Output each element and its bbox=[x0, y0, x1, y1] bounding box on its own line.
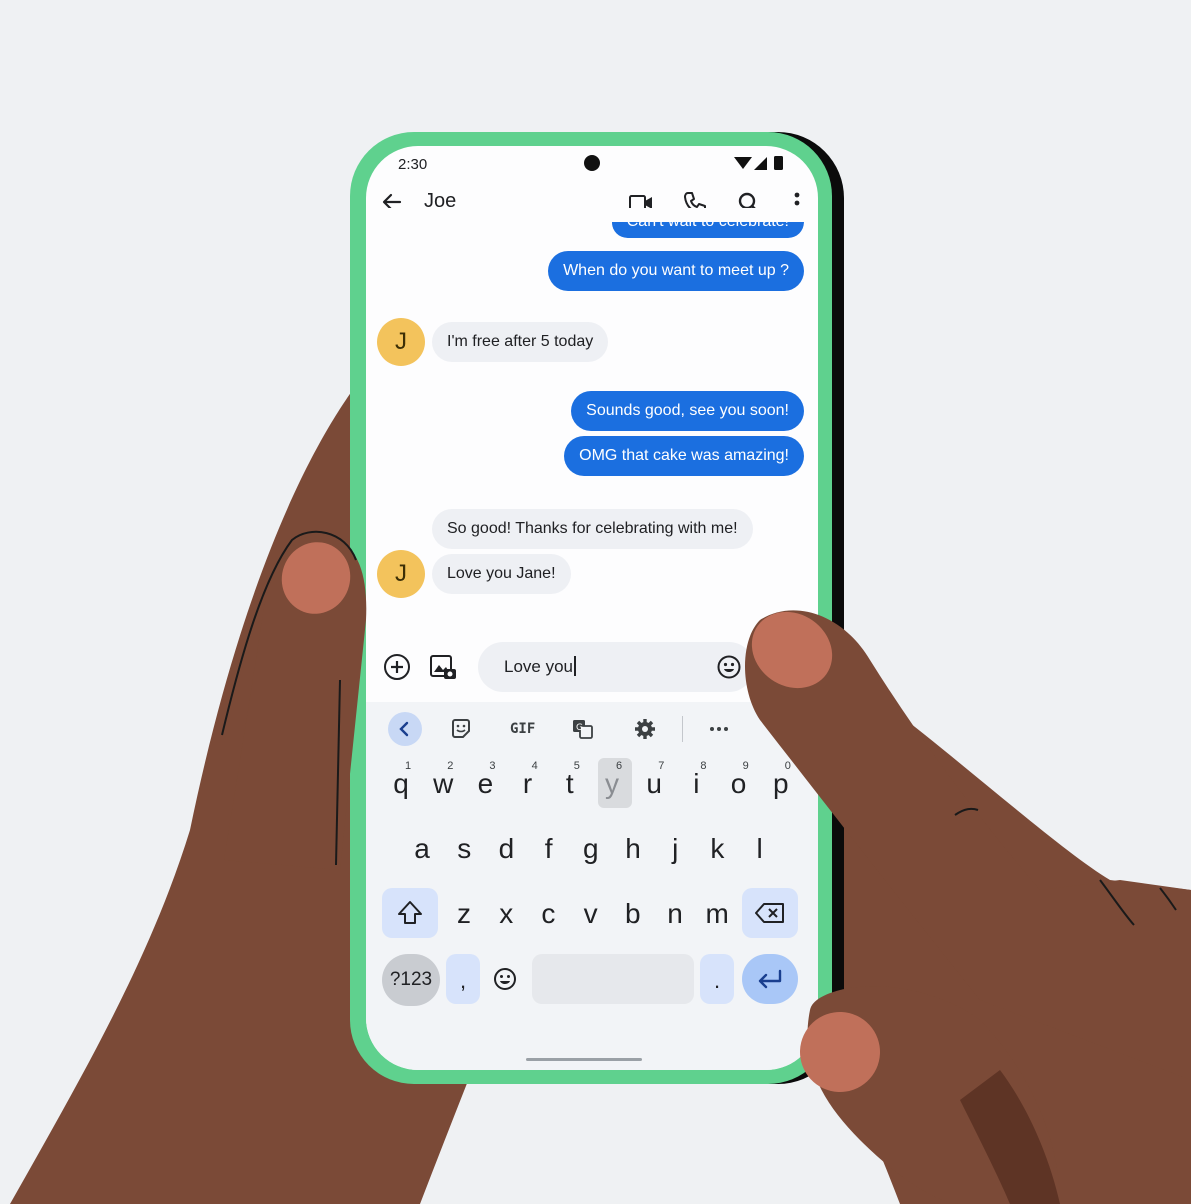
home-indicator bbox=[526, 1058, 642, 1061]
message-received[interactable]: So good! Thanks for celebrating with me! bbox=[432, 509, 753, 549]
enter-key[interactable] bbox=[742, 954, 798, 1004]
signal-icon bbox=[754, 157, 767, 170]
key-hint-4: 4 bbox=[531, 760, 538, 772]
key-n[interactable]: n bbox=[655, 896, 695, 932]
key-hint-9: 9 bbox=[742, 760, 749, 772]
key-w[interactable]: w bbox=[423, 766, 463, 802]
status-time: 2:30 bbox=[398, 156, 428, 173]
gallery-icon[interactable] bbox=[428, 652, 458, 682]
key-t[interactable]: t bbox=[550, 766, 590, 802]
key-u[interactable]: u bbox=[634, 766, 674, 802]
more-horiz-icon[interactable] bbox=[708, 718, 730, 740]
key-i[interactable]: i bbox=[676, 766, 716, 802]
key-c[interactable]: c bbox=[528, 896, 568, 932]
key-hint-1: 1 bbox=[405, 760, 412, 772]
shift-icon bbox=[398, 901, 422, 924]
battery-icon bbox=[774, 156, 783, 170]
key-e[interactable]: e bbox=[465, 766, 505, 802]
backspace-key[interactable] bbox=[742, 888, 798, 938]
camera-cutout bbox=[584, 155, 600, 171]
key-v[interactable]: v bbox=[571, 896, 611, 932]
key-hint-8: 8 bbox=[700, 760, 707, 772]
space-key[interactable] bbox=[532, 954, 694, 1004]
key-b[interactable]: b bbox=[613, 896, 653, 932]
mic-icon[interactable] bbox=[770, 716, 794, 742]
key-r[interactable]: r bbox=[508, 766, 548, 802]
enter-icon bbox=[758, 969, 782, 989]
key-p[interactable]: p bbox=[761, 766, 801, 802]
key-j[interactable]: j bbox=[655, 831, 695, 867]
wifi-icon bbox=[734, 157, 752, 169]
avatar[interactable]: J bbox=[377, 318, 425, 366]
message-input[interactable]: Love you bbox=[478, 642, 754, 692]
text-caret bbox=[574, 656, 576, 676]
key-h[interactable]: h bbox=[613, 831, 653, 867]
key-hint-2: 2 bbox=[447, 760, 454, 772]
svg-text:G: G bbox=[576, 723, 583, 733]
toolbar-divider bbox=[682, 716, 683, 742]
phone-screen: 2:30 Joe Can't wait to celebrate! When d… bbox=[366, 146, 818, 1070]
key-q[interactable]: q bbox=[381, 766, 421, 802]
key-hint-5: 5 bbox=[573, 760, 580, 772]
message-sent[interactable]: When do you want to meet up ? bbox=[548, 251, 804, 291]
message-input-text: Love you bbox=[504, 656, 576, 677]
message-received[interactable]: I'm free after 5 today bbox=[432, 322, 609, 362]
key-k[interactable]: k bbox=[697, 831, 737, 867]
sticker-icon[interactable] bbox=[450, 718, 472, 740]
key-hint-6: 6 bbox=[616, 760, 623, 772]
appbar-fade bbox=[366, 208, 818, 222]
key-s[interactable]: s bbox=[444, 831, 484, 867]
chevron-left-icon bbox=[399, 721, 409, 737]
emoji-key-icon[interactable] bbox=[492, 966, 518, 992]
comma-key[interactable]: , bbox=[446, 954, 480, 1004]
emoji-icon[interactable] bbox=[716, 654, 742, 680]
message-sent[interactable]: OMG that cake was amazing! bbox=[564, 436, 804, 476]
backspace-icon bbox=[755, 903, 784, 923]
key-l[interactable]: l bbox=[740, 831, 780, 867]
avatar[interactable]: J bbox=[377, 550, 425, 598]
symbols-key[interactable]: ?123 bbox=[382, 954, 440, 1006]
message-received[interactable]: Love you Jane! bbox=[432, 554, 571, 594]
settings-icon[interactable] bbox=[634, 718, 656, 740]
key-y[interactable]: y bbox=[592, 766, 632, 802]
key-a[interactable]: a bbox=[402, 831, 442, 867]
key-m[interactable]: m bbox=[697, 896, 737, 932]
key-x[interactable]: x bbox=[486, 896, 526, 932]
gif-button[interactable]: GIF bbox=[510, 721, 535, 737]
period-key[interactable]: . bbox=[700, 954, 734, 1004]
message-sent[interactable]: Sounds good, see you soon! bbox=[571, 391, 804, 431]
key-z[interactable]: z bbox=[444, 896, 484, 932]
key-hint-7: 7 bbox=[658, 760, 665, 772]
keyboard bbox=[366, 702, 818, 1070]
key-f[interactable]: f bbox=[529, 831, 569, 867]
add-icon[interactable] bbox=[382, 652, 412, 682]
keyboard-collapse-button[interactable] bbox=[388, 712, 422, 746]
status-icons bbox=[734, 156, 783, 170]
key-g[interactable]: g bbox=[571, 831, 611, 867]
shift-key[interactable] bbox=[382, 888, 438, 938]
key-o[interactable]: o bbox=[719, 766, 759, 802]
message-input-value: Love you bbox=[504, 657, 573, 676]
key-d[interactable]: d bbox=[486, 831, 526, 867]
translate-icon[interactable]: G bbox=[572, 718, 594, 740]
key-hint-3: 3 bbox=[489, 760, 496, 772]
key-hint-0: 0 bbox=[784, 760, 791, 772]
